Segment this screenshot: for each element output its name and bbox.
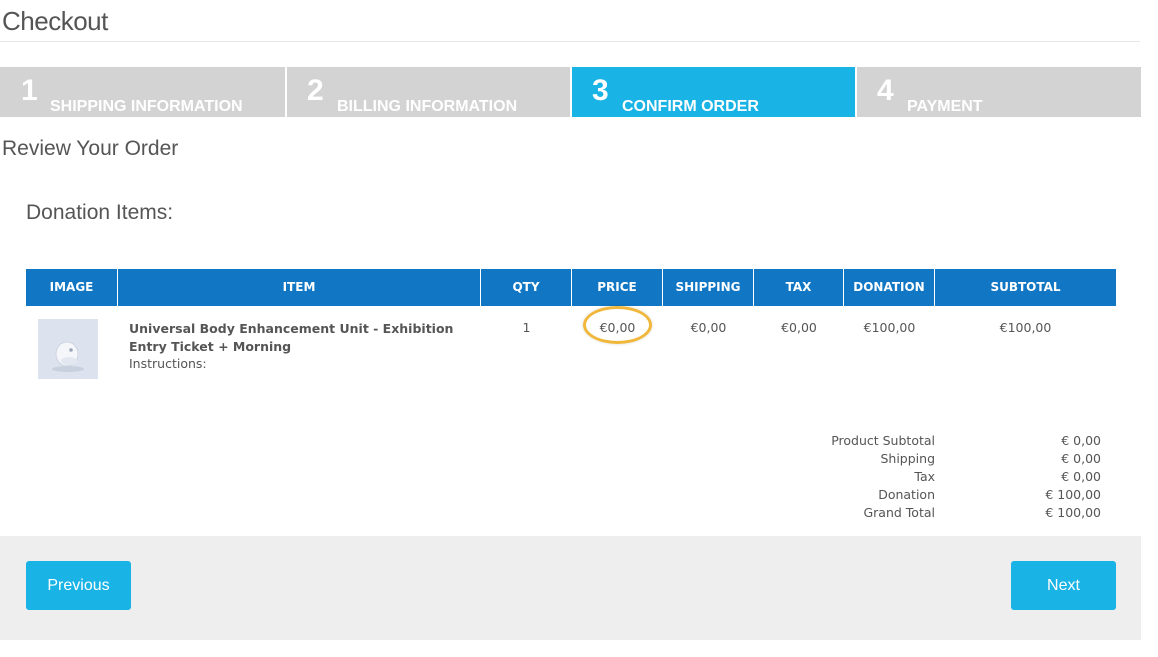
donation-total-label: Donation <box>878 487 935 502</box>
totals-values: € 0,00 € 0,00 € 0,00 € 100,00 € 100,00 <box>1000 432 1101 522</box>
step-label: BILLING INFORMATION <box>337 98 518 115</box>
column-header-shipping: SHIPPING <box>663 269 754 306</box>
grand-total-value: € 100,00 <box>1045 505 1101 520</box>
price-highlight-circle <box>583 306 652 344</box>
product-image-icon <box>38 319 98 379</box>
step-label: PAYMENT <box>907 98 983 115</box>
item-instructions: Instructions: <box>129 356 207 371</box>
step-number: 2 <box>307 74 324 107</box>
title-divider <box>0 41 1140 42</box>
item-tax: €0,00 <box>781 320 817 335</box>
page-title: Checkout <box>2 6 108 36</box>
column-header-price: PRICE <box>572 269 663 306</box>
previous-button[interactable]: Previous <box>26 561 131 610</box>
tax-total-value: € 0,00 <box>1061 469 1101 484</box>
table-row: Universal Body Enhancement Unit - Exhibi… <box>26 306 1116 386</box>
column-header-qty: QTY <box>481 269 572 306</box>
item-shipping: €0,00 <box>690 320 727 335</box>
table-header: IMAGE ITEM QTY PRICE SHIPPING TAX DONATI… <box>26 269 1116 306</box>
step-confirm-order[interactable]: 3 CONFIRM ORDER <box>572 67 855 117</box>
item-subtotal: €100,00 <box>999 320 1052 335</box>
step-label: CONFIRM ORDER <box>622 98 759 115</box>
step-label: SHIPPING INFORMATION <box>50 98 243 115</box>
item-name: Universal Body Enhancement Unit - Exhibi… <box>129 321 454 354</box>
product-subtotal-value: € 0,00 <box>1061 433 1101 448</box>
column-header-subtotal: SUBTOTAL <box>990 280 1061 294</box>
product-subtotal-label: Product Subtotal <box>831 433 935 448</box>
step-billing-information[interactable]: 2 BILLING INFORMATION <box>287 67 570 117</box>
next-button[interactable]: Next <box>1011 561 1116 610</box>
step-number: 4 <box>877 74 894 107</box>
totals-labels: Product Subtotal Shipping Tax Donation G… <box>760 432 935 522</box>
item-donation: €100,00 <box>863 320 916 335</box>
tax-total-label: Tax <box>914 469 935 484</box>
donation-items-heading: Donation Items: <box>26 201 174 224</box>
column-header-image: IMAGE <box>26 269 118 306</box>
grand-total-label: Grand Total <box>863 505 935 520</box>
column-header-donation: DONATION <box>844 269 935 306</box>
review-heading: Review Your Order <box>2 137 179 160</box>
footer-actions: Previous Next <box>0 536 1141 640</box>
step-number: 3 <box>592 74 609 107</box>
checkout-steps: 1 SHIPPING INFORMATION 2 BILLING INFORMA… <box>0 67 1141 117</box>
item-qty: 1 <box>522 320 531 335</box>
shipping-total-label: Shipping <box>880 451 935 466</box>
product-thumbnail <box>38 319 98 379</box>
step-shipping-information[interactable]: 1 SHIPPING INFORMATION <box>0 67 285 117</box>
column-header-tax: TAX <box>754 269 844 306</box>
shipping-total-value: € 0,00 <box>1061 451 1101 466</box>
step-number: 1 <box>21 74 38 107</box>
column-header-item: ITEM <box>118 269 481 306</box>
donation-total-value: € 100,00 <box>1045 487 1101 502</box>
step-payment[interactable]: 4 PAYMENT <box>857 67 1141 117</box>
